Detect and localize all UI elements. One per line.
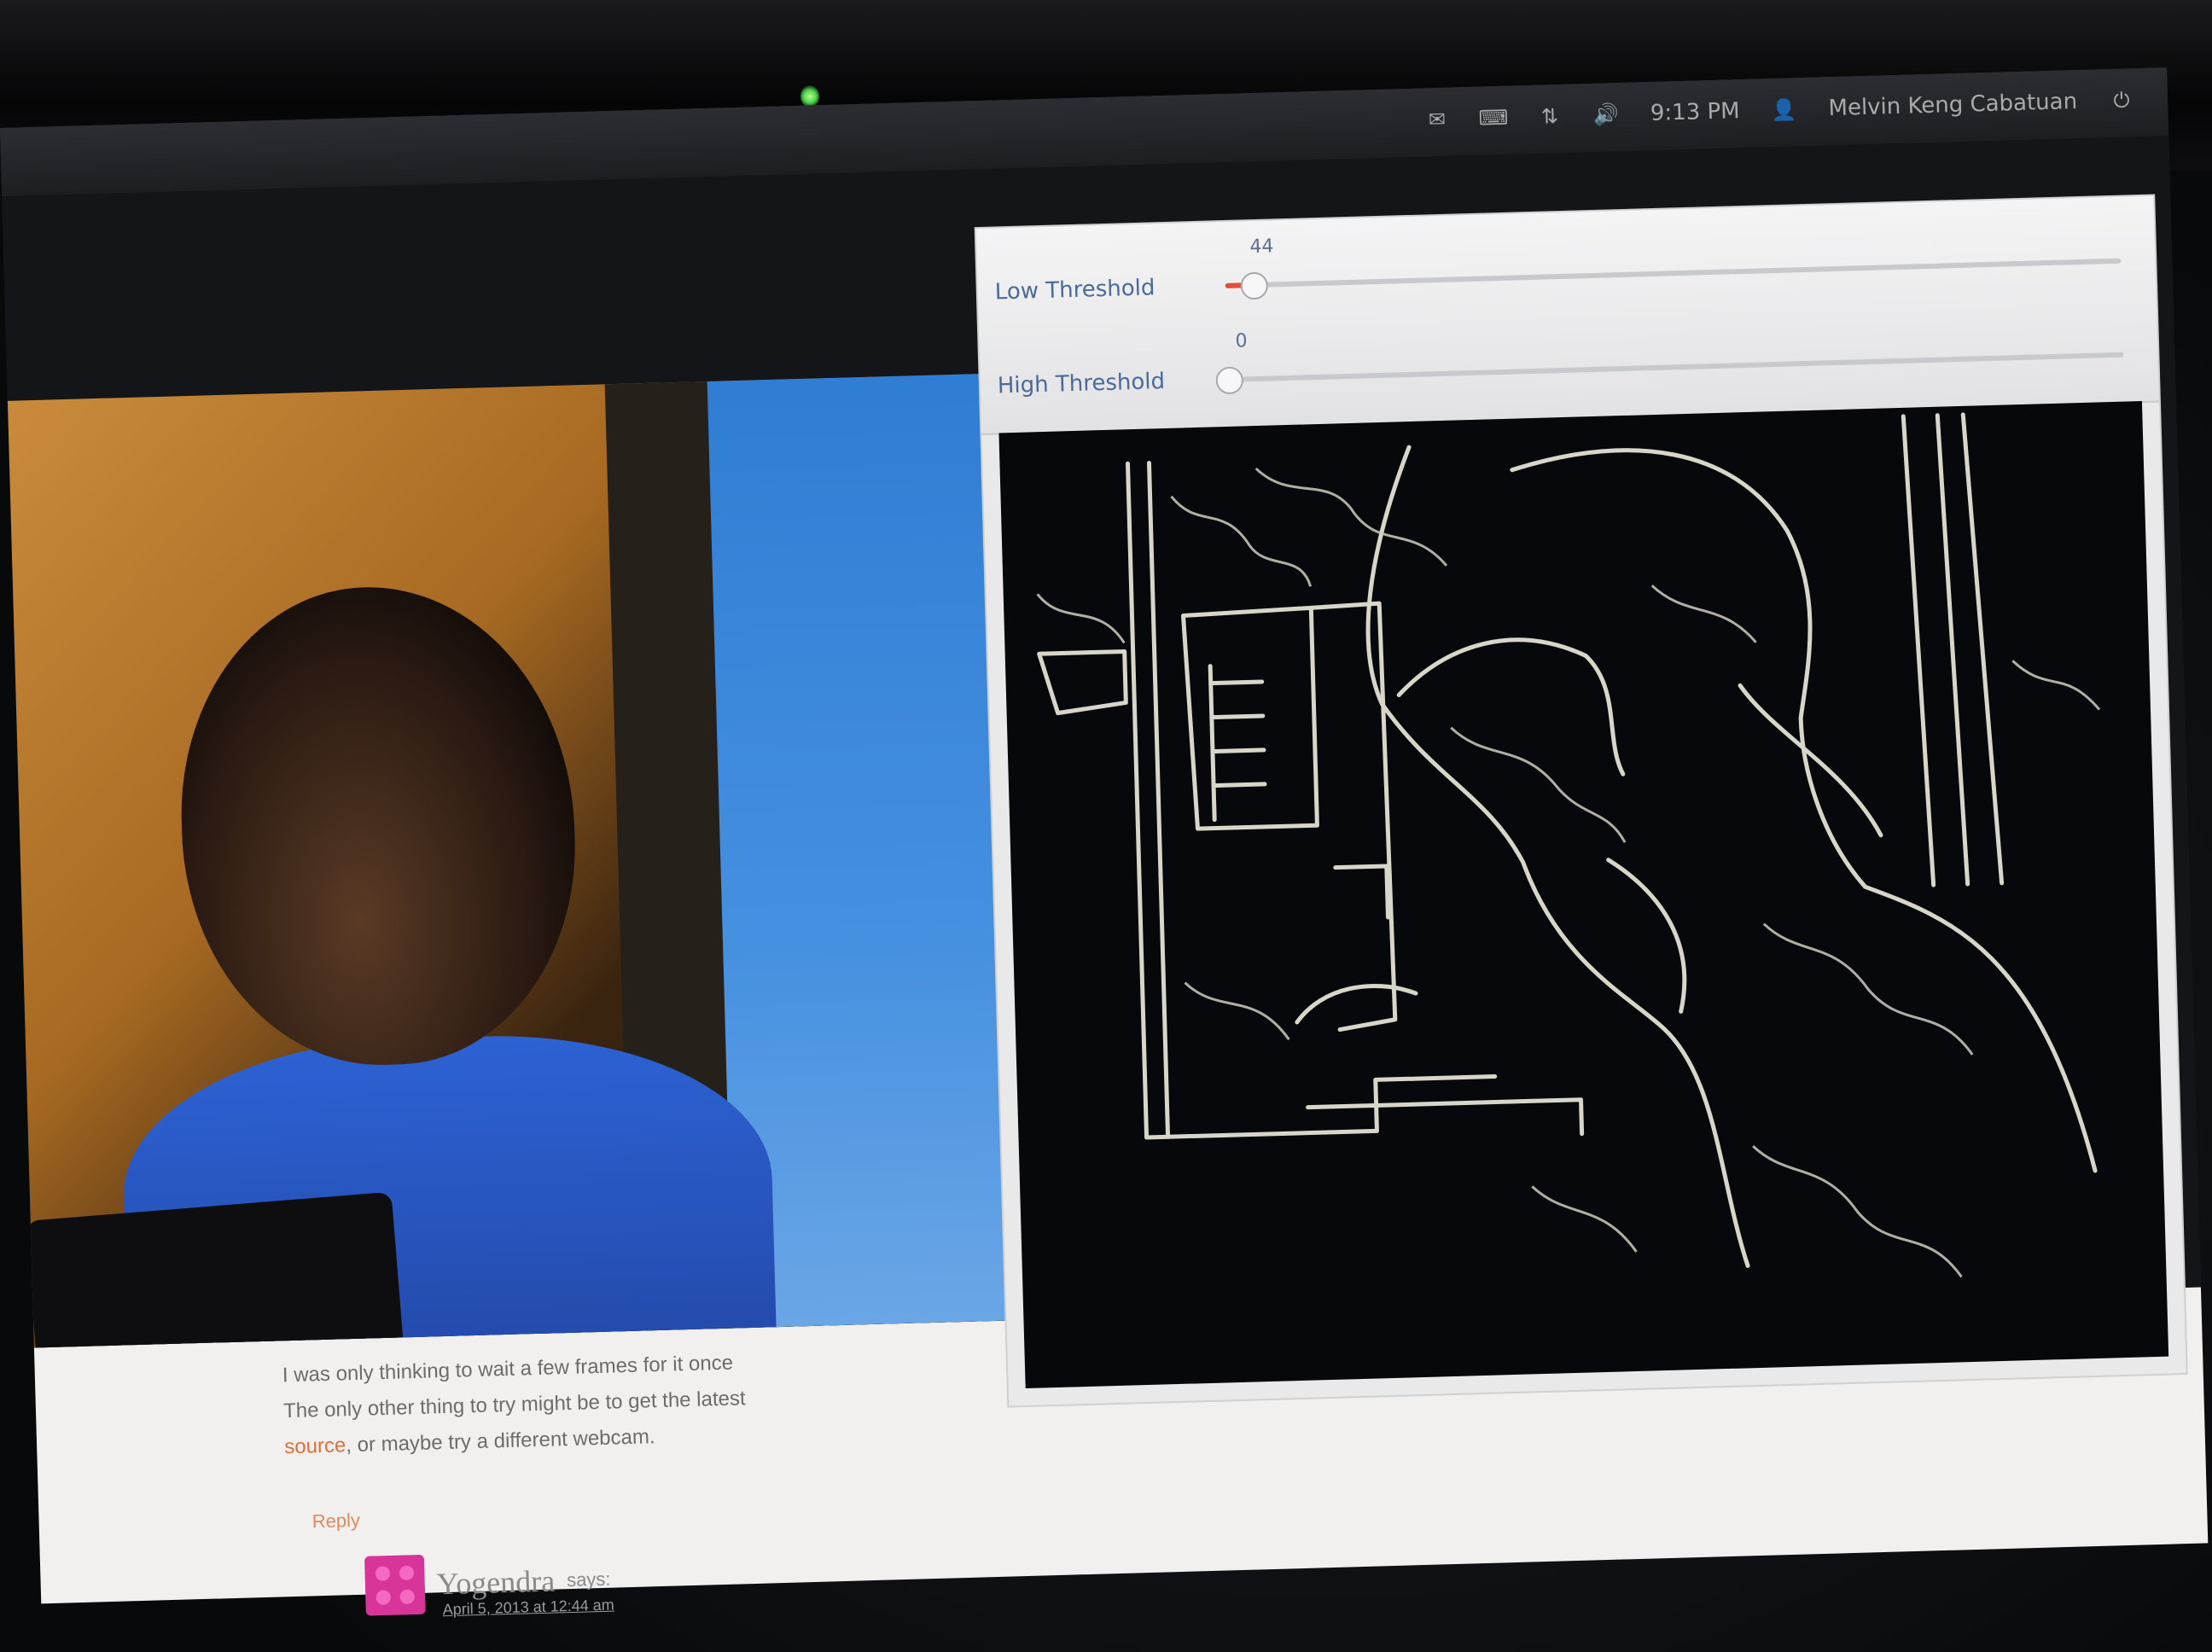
power-icon[interactable]: ⏻ [2110, 88, 2134, 113]
edge-contour [1180, 605, 1319, 831]
high-threshold-slider-handle[interactable] [1215, 366, 1244, 395]
edge-contour [1901, 412, 2005, 887]
high-threshold-track[interactable] [1215, 352, 2124, 395]
edge-image [1036, 412, 2101, 1278]
edge-detection-window[interactable]: 44 Low Threshold 0 High Threshold [975, 195, 2186, 1406]
low-threshold-slider-handle[interactable] [1239, 271, 1268, 300]
system-tray: ✉ ⌨ ⇅ 🔊 9:13 PM 👤 Melvin Keng Cabatuan ⏻ [1425, 87, 2134, 132]
edge-contour [1606, 858, 1687, 1014]
mail-icon[interactable]: ✉ [1425, 108, 1450, 132]
keyboard-icon[interactable]: ⌨ [1478, 106, 1508, 131]
volume-icon[interactable]: 🔊 [1593, 102, 1620, 127]
screen: ✉ ⌨ ⇅ 🔊 9:13 PM 👤 Melvin Keng Cabatuan ⏻… [0, 67, 2209, 1618]
video-person-head [175, 581, 581, 1071]
edge-texture [1184, 981, 1290, 1041]
edge-contour [1295, 983, 1418, 1025]
edge-contour [1308, 601, 1398, 1032]
photo-scene: ✉ ⌨ ⇅ 🔊 9:13 PM 👤 Melvin Keng Cabatuan ⏻… [0, 0, 2212, 1652]
edge-texture [1254, 467, 1448, 567]
low-threshold-label: Low Threshold [994, 275, 1155, 305]
comment-source-link[interactable]: source [284, 1434, 346, 1458]
comment-line-tail: or maybe try a different webcam. [357, 1425, 655, 1457]
high-threshold-value: 0 [1235, 330, 1248, 352]
edge-contour [1306, 1097, 1585, 1137]
username-label[interactable]: Melvin Keng Cabatuan [1828, 89, 2077, 121]
edge-contour [1208, 664, 1267, 823]
edge-texture [1752, 1145, 1963, 1278]
edge-texture [1531, 1185, 1638, 1253]
clock-label[interactable]: 9:13 PM [1650, 98, 1740, 126]
video-phone [25, 1191, 408, 1348]
high-threshold-label: High Threshold [997, 369, 1166, 399]
webcam-led-indicator [800, 85, 819, 108]
edge-texture [2011, 660, 2101, 711]
edge-contour [1146, 461, 1171, 1139]
commenter-says: says: [566, 1568, 611, 1591]
edge-contour [1510, 448, 2098, 1173]
edge-texture [1450, 726, 1627, 843]
edge-texture [1170, 495, 1313, 587]
network-icon[interactable]: ⇅ [1538, 104, 1563, 129]
user-icon: 👤 [1771, 97, 1797, 123]
edge-detection-output [998, 401, 2169, 1389]
trackbar-panel: 44 Low Threshold 0 High Threshold [975, 195, 2159, 436]
edge-contour [1333, 864, 1390, 920]
edge-texture [1650, 585, 1757, 643]
edge-contour [1365, 445, 1750, 1268]
edge-contour [1125, 461, 1150, 1140]
low-threshold-value: 44 [1249, 236, 1274, 259]
edge-contour [1738, 683, 1883, 838]
edge-texture [1036, 593, 1126, 644]
webcam-video-window[interactable] [7, 372, 1067, 1348]
edge-contour [1037, 649, 1128, 716]
low-threshold-track[interactable] [1225, 258, 2122, 300]
edge-texture [1762, 922, 1974, 1056]
comment-date-link[interactable]: April 5, 2013 at 12:44 am [442, 1597, 614, 1620]
commenter-name[interactable]: Yogendra [436, 1563, 555, 1603]
reply-link[interactable]: Reply [311, 1509, 360, 1533]
avatar [364, 1554, 426, 1616]
